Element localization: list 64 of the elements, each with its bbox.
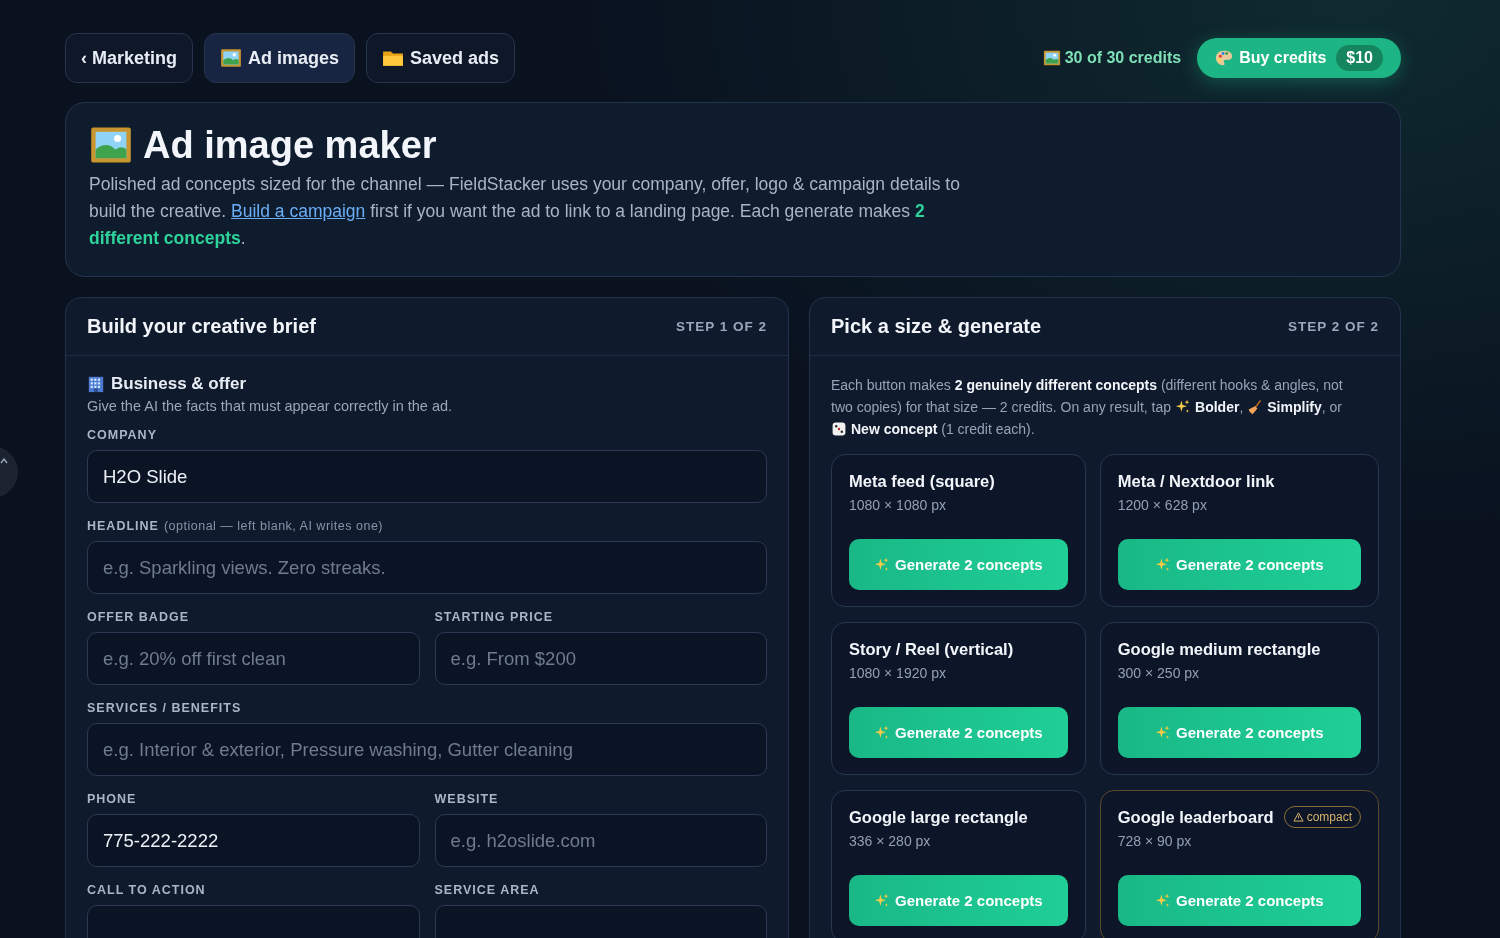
sparkle-icon — [1155, 892, 1172, 909]
size-name: Meta / Nextdoor link — [1117, 471, 1275, 491]
picture-icon — [1042, 49, 1061, 67]
input-field[interactable]: e.g. From $200 — [434, 632, 767, 685]
dice-icon — [831, 421, 847, 437]
size-name: Google large rectangle — [849, 807, 1028, 827]
sparkle-icon — [874, 892, 891, 909]
input-field[interactable]: H2O Slide — [87, 450, 767, 503]
field-label: CALL TO ACTION — [87, 883, 206, 897]
sparkle-icon — [874, 724, 891, 741]
page-title: Ad image maker — [89, 123, 1377, 167]
field-label: SERVICE AREA — [434, 883, 540, 897]
hero-description: Polished ad concepts sized for the channel — FieldStacker uses your company, offer, logo & campaign details to build the creative. Build a campaign first if you want the ad to link to a landing page. Each generate makes 2 different concepts. — [89, 173, 961, 250]
field-label: SERVICES / BENEFITS — [87, 701, 242, 715]
info-text: Bolder, — [1195, 398, 1244, 417]
field-label: WEBSITE — [434, 792, 499, 806]
price-badge: $10 — [1336, 45, 1383, 71]
input-field[interactable]: e.g. Interior & exterior, Pressure washing, Gutter cleaning — [87, 723, 767, 776]
sparkle-icon — [1155, 556, 1172, 573]
broom-icon — [1247, 399, 1264, 415]
nav-tab[interactable]: Saved ads — [366, 33, 516, 83]
info-text: Simplify, or — [1267, 398, 1342, 417]
step-label: STEP 2 OF 2 — [1287, 319, 1379, 334]
field-label: STARTING PRICE — [434, 610, 554, 624]
sparkle-icon — [874, 556, 891, 573]
info-text: two copies) for that size — 2 credits. On any result, tap — [831, 398, 1172, 417]
size-name: Google leaderboard — [1117, 807, 1274, 827]
input-field[interactable]: 775-222-2222 — [87, 814, 420, 867]
input-field[interactable]: e.g. 20% off first clean — [87, 632, 420, 685]
panel-title: Pick a size & generate — [831, 315, 1042, 338]
size-dimensions: 336 × 280 px — [849, 833, 932, 849]
sparkle-icon — [1175, 399, 1192, 415]
field-label: PHONE — [87, 792, 137, 806]
building-icon — [87, 375, 105, 393]
field-label: HEADLINE — [87, 519, 159, 533]
field-note: (optional — left blank, AI writes one) — [163, 519, 383, 533]
size-dimensions: 300 × 250 px — [1117, 665, 1201, 681]
info-text: New concept (1 credit each). — [851, 420, 1035, 439]
panel-title: Build your creative brief — [87, 315, 316, 338]
input-field[interactable]: e.g. h2oslide.com — [434, 814, 767, 867]
field-label: COMPANY — [87, 428, 157, 442]
caret-icon — [0, 458, 8, 464]
size-name: Google medium rectangle — [1117, 639, 1321, 659]
size-dimensions: 728 × 90 px — [1117, 833, 1193, 849]
credits-label: 30 of 30 credits — [1042, 49, 1182, 67]
build-campaign-link[interactable]: Build a campaign — [231, 201, 366, 221]
step-label: STEP 1 OF 2 — [675, 319, 767, 334]
warning-icon — [1292, 812, 1304, 822]
size-dimensions: 1080 × 1080 px — [849, 497, 947, 513]
size-dimensions: 1200 × 628 px — [1117, 497, 1208, 513]
input-field[interactable]: e.g. Sparkling views. Zero streaks. — [87, 541, 767, 594]
nav-tab[interactable]: Ad images — [204, 33, 356, 83]
section-title: Business & offer — [111, 374, 247, 394]
palette-icon — [1215, 49, 1234, 67]
info-text: Each button makes 2 genuinely different concepts (different hooks & angles, not — [831, 376, 1343, 395]
sparkle-icon — [1155, 724, 1172, 741]
picture-icon — [220, 47, 242, 69]
size-dimensions: 1080 × 1920 px — [849, 665, 947, 681]
buy-credits-button[interactable]: Buy credits $10 — [1197, 38, 1401, 78]
nav-tab[interactable]: ‹ Marketing — [65, 33, 193, 83]
section-hint: Give the AI the facts that must appear correctly in the ad. — [87, 398, 454, 414]
size-name: Meta feed (square) — [849, 471, 995, 491]
field-label: OFFER BADGE — [87, 610, 189, 624]
size-name: Story / Reel (vertical) — [849, 639, 1014, 659]
